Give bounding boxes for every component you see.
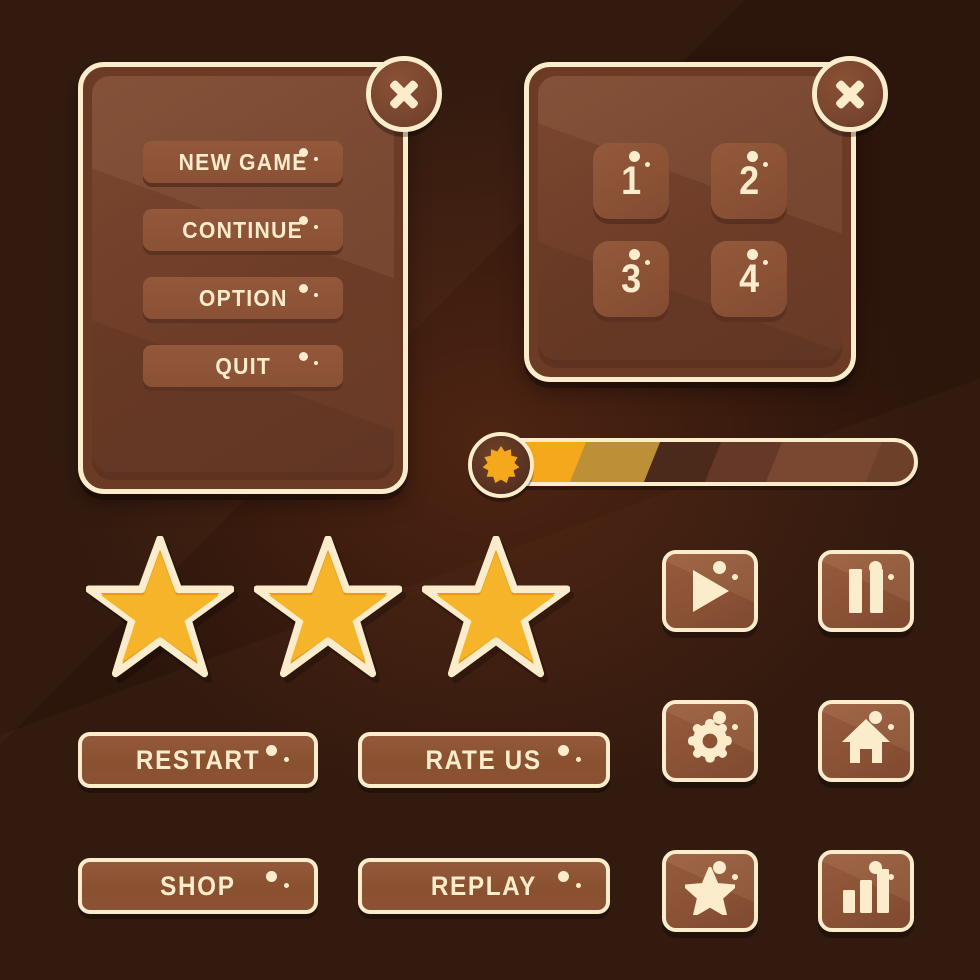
highlight-dots-icon: [747, 249, 777, 267]
level-button-1[interactable]: 1: [593, 143, 669, 219]
menu-button-new-game[interactable]: NEW GAME: [143, 141, 343, 183]
highlight-dots-icon: [558, 871, 588, 889]
highlight-dots-icon: [266, 745, 296, 763]
restart-button-label: RESTART: [135, 744, 261, 775]
close-button-disc: [817, 61, 883, 127]
level-select-panel: 1 2 3 4: [524, 62, 856, 382]
highlight-dots-icon: [713, 561, 743, 580]
menu-button-continue[interactable]: CONTINUE: [143, 209, 343, 251]
highlight-dots-icon: [713, 861, 743, 880]
main-menu-panel: NEW GAME CONTINUE OPTION QUIT: [78, 62, 408, 494]
rate-us-button-label: RATE US: [425, 744, 543, 775]
play-button[interactable]: [662, 550, 758, 632]
progress-knob-disc: [472, 436, 530, 494]
replay-button-label: REPLAY: [430, 870, 538, 901]
shop-button-label: SHOP: [160, 870, 236, 901]
home-button[interactable]: [818, 700, 914, 782]
menu-button-label: QUIT: [215, 352, 271, 379]
menu-button-label: NEW GAME: [178, 148, 308, 175]
highlight-dots-icon: [869, 861, 899, 880]
highlight-dots-icon: [299, 352, 329, 370]
rating-star[interactable]: [85, 535, 235, 678]
highlight-dots-icon: [629, 249, 659, 267]
progress-segment: [765, 442, 883, 482]
stats-button[interactable]: [818, 850, 914, 932]
highlight-dots-icon: [266, 871, 296, 889]
close-icon: [833, 77, 867, 111]
main-menu-list: NEW GAME CONTINUE OPTION QUIT: [83, 141, 403, 387]
sunburst-icon: [482, 446, 520, 483]
highlight-dots-icon: [629, 151, 659, 169]
rate-us-button[interactable]: RATE US: [358, 732, 610, 788]
replay-button[interactable]: REPLAY: [358, 858, 610, 914]
level-button-3[interactable]: 3: [593, 241, 669, 317]
highlight-dots-icon: [713, 711, 743, 730]
favorite-button[interactable]: [662, 850, 758, 932]
highlight-dots-icon: [869, 711, 899, 730]
rating-star[interactable]: [253, 535, 403, 678]
highlight-dots-icon: [299, 216, 329, 234]
progress-bar-track: [492, 438, 918, 486]
rating-star[interactable]: [421, 535, 571, 678]
progress-bar-knob[interactable]: [468, 432, 534, 498]
close-button-disc: [371, 61, 437, 127]
highlight-dots-icon: [869, 561, 899, 580]
menu-button-label: OPTION: [198, 284, 288, 311]
menu-button-quit[interactable]: QUIT: [143, 345, 343, 387]
star-rating: [85, 535, 571, 678]
level-button-4[interactable]: 4: [711, 241, 787, 317]
progress-bar-fill: [496, 442, 914, 482]
level-grid: 1 2 3 4: [529, 143, 851, 317]
close-icon: [387, 77, 421, 111]
level-button-2[interactable]: 2: [711, 143, 787, 219]
pause-button[interactable]: [818, 550, 914, 632]
highlight-dots-icon: [299, 284, 329, 302]
menu-button-label: CONTINUE: [182, 216, 304, 243]
menu-button-option[interactable]: OPTION: [143, 277, 343, 319]
restart-button[interactable]: RESTART: [78, 732, 318, 788]
level-select-close-button[interactable]: [812, 56, 888, 132]
highlight-dots-icon: [299, 148, 329, 166]
shop-button[interactable]: SHOP: [78, 858, 318, 914]
progress-bar[interactable]: [468, 432, 918, 498]
settings-button[interactable]: [662, 700, 758, 782]
highlight-dots-icon: [747, 151, 777, 169]
main-menu-close-button[interactable]: [366, 56, 442, 132]
highlight-dots-icon: [558, 745, 588, 763]
